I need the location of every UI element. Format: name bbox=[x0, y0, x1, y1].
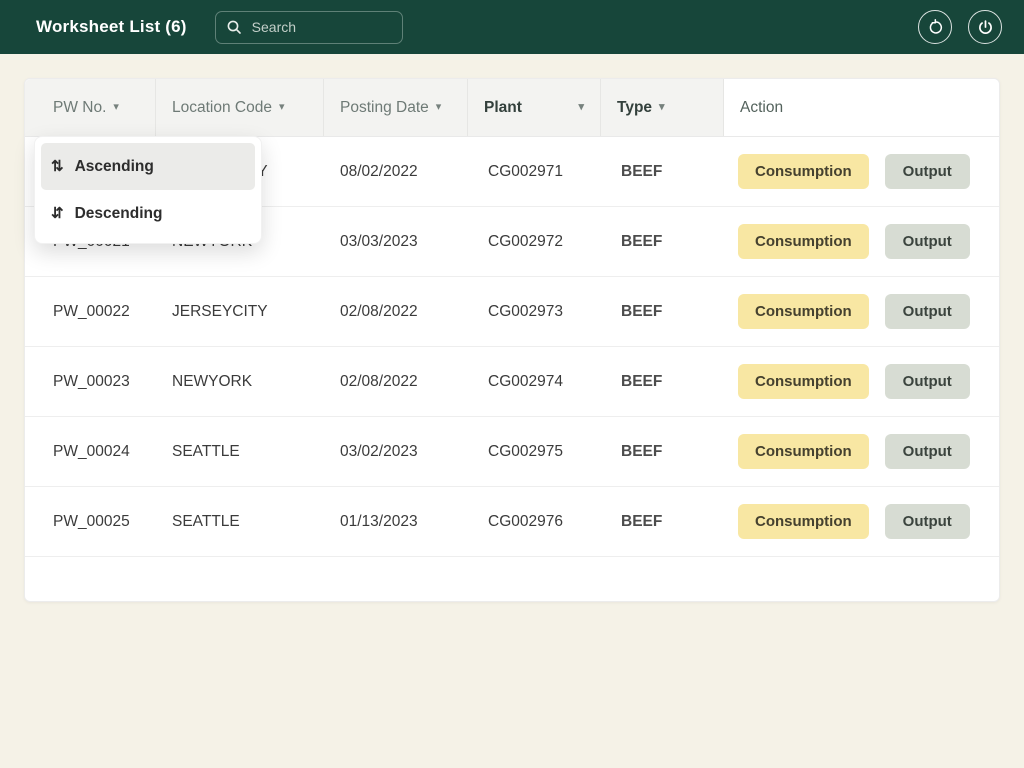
output-button[interactable]: Output bbox=[885, 224, 970, 259]
cell-action: Consumption Output bbox=[724, 294, 999, 329]
cell-location-code: SEATTLE bbox=[156, 443, 324, 461]
chevron-down-icon: ▾ bbox=[578, 102, 584, 113]
chevron-down-icon: ▾ bbox=[279, 102, 285, 113]
cell-location-code: JERSEYCITY bbox=[156, 303, 324, 321]
sort-menu: ⇅ Ascending ⇵ Descending bbox=[34, 136, 262, 244]
consumption-button[interactable]: Consumption bbox=[738, 154, 869, 189]
chevron-down-icon: ▾ bbox=[113, 102, 119, 113]
table-row: PW_00023 NEWYORK 02/08/2022 CG002974 BEE… bbox=[25, 347, 999, 417]
column-header-label: Location Code bbox=[172, 99, 272, 117]
cell-action: Consumption Output bbox=[724, 434, 999, 469]
cell-location-code: NEWYORK bbox=[156, 373, 324, 391]
column-header-action: Action bbox=[724, 79, 999, 136]
cell-plant: CG002972 bbox=[468, 233, 601, 251]
cell-posting-date: 08/02/2022 bbox=[324, 163, 468, 181]
column-header-label: Action bbox=[740, 99, 783, 117]
cell-type: BEEF bbox=[601, 513, 724, 531]
cell-plant: CG002975 bbox=[468, 443, 601, 461]
chevron-down-icon: ▾ bbox=[659, 102, 665, 113]
cell-pw-no: PW_00024 bbox=[25, 443, 156, 461]
table-footer-spacer bbox=[25, 557, 999, 601]
column-header-plant[interactable]: Plant ▾ bbox=[468, 79, 601, 136]
sort-menu-item-ascending[interactable]: ⇅ Ascending bbox=[41, 143, 255, 190]
cell-plant: CG002974 bbox=[468, 373, 601, 391]
power-icon bbox=[977, 19, 994, 36]
column-header-label: PW No. bbox=[53, 99, 106, 117]
cell-action: Consumption Output bbox=[724, 504, 999, 539]
power-button[interactable] bbox=[968, 10, 1002, 44]
worksheet-table-card: PW No. ▾ Location Code ▾ Posting Date ▾ … bbox=[24, 78, 1000, 602]
column-header-label: Plant bbox=[484, 99, 522, 117]
cell-pw-no: PW_00025 bbox=[25, 513, 156, 531]
cell-plant: CG002973 bbox=[468, 303, 601, 321]
cell-posting-date: 02/08/2022 bbox=[324, 373, 468, 391]
search-box[interactable] bbox=[215, 11, 403, 44]
sort-menu-item-label: Descending bbox=[75, 205, 163, 223]
output-button[interactable]: Output bbox=[885, 504, 970, 539]
cell-plant: CG002976 bbox=[468, 513, 601, 531]
cell-type: BEEF bbox=[601, 443, 724, 461]
sort-menu-item-label: Ascending bbox=[75, 158, 154, 176]
cell-posting-date: 03/02/2023 bbox=[324, 443, 468, 461]
consumption-button[interactable]: Consumption bbox=[738, 294, 869, 329]
cell-posting-date: 03/03/2023 bbox=[324, 233, 468, 251]
refresh-icon bbox=[927, 19, 944, 36]
search-icon bbox=[226, 19, 242, 35]
cell-action: Consumption Output bbox=[724, 224, 999, 259]
topbar-actions bbox=[918, 10, 1002, 44]
sort-ascending-icon: ⇅ bbox=[51, 159, 64, 174]
topbar: Worksheet List (6) bbox=[0, 0, 1024, 54]
column-header-label: Type bbox=[617, 99, 652, 117]
cell-type: BEEF bbox=[601, 233, 724, 251]
column-header-label: Posting Date bbox=[340, 99, 429, 117]
chevron-down-icon: ▾ bbox=[436, 102, 442, 113]
output-button[interactable]: Output bbox=[885, 294, 970, 329]
search-input[interactable] bbox=[250, 18, 392, 36]
table-row: PW_00024 SEATTLE 03/02/2023 CG002975 BEE… bbox=[25, 417, 999, 487]
refresh-button[interactable] bbox=[918, 10, 952, 44]
cell-posting-date: 01/13/2023 bbox=[324, 513, 468, 531]
table-header-row: PW No. ▾ Location Code ▾ Posting Date ▾ … bbox=[25, 79, 999, 137]
cell-action: Consumption Output bbox=[724, 364, 999, 399]
consumption-button[interactable]: Consumption bbox=[738, 434, 869, 469]
cell-location-code: SEATTLE bbox=[156, 513, 324, 531]
column-header-pw-no[interactable]: PW No. ▾ bbox=[25, 79, 156, 136]
cell-type: BEEF bbox=[601, 163, 724, 181]
table-row: PW_00022 JERSEYCITY 02/08/2022 CG002973 … bbox=[25, 277, 999, 347]
column-header-posting-date[interactable]: Posting Date ▾ bbox=[324, 79, 468, 136]
consumption-button[interactable]: Consumption bbox=[738, 504, 869, 539]
page-title: Worksheet List (6) bbox=[36, 17, 187, 37]
cell-pw-no: PW_00023 bbox=[25, 373, 156, 391]
consumption-button[interactable]: Consumption bbox=[738, 224, 869, 259]
cell-action: Consumption Output bbox=[724, 154, 999, 189]
consumption-button[interactable]: Consumption bbox=[738, 364, 869, 399]
cell-plant: CG002971 bbox=[468, 163, 601, 181]
column-header-type[interactable]: Type ▾ bbox=[601, 79, 724, 136]
output-button[interactable]: Output bbox=[885, 434, 970, 469]
output-button[interactable]: Output bbox=[885, 154, 970, 189]
cell-type: BEEF bbox=[601, 373, 724, 391]
column-header-location-code[interactable]: Location Code ▾ bbox=[156, 79, 324, 136]
table-row: PW_00025 SEATTLE 01/13/2023 CG002976 BEE… bbox=[25, 487, 999, 557]
cell-type: BEEF bbox=[601, 303, 724, 321]
cell-pw-no: PW_00022 bbox=[25, 303, 156, 321]
output-button[interactable]: Output bbox=[885, 364, 970, 399]
sort-menu-item-descending[interactable]: ⇵ Descending bbox=[41, 190, 255, 237]
sort-descending-icon: ⇵ bbox=[51, 206, 64, 221]
cell-posting-date: 02/08/2022 bbox=[324, 303, 468, 321]
